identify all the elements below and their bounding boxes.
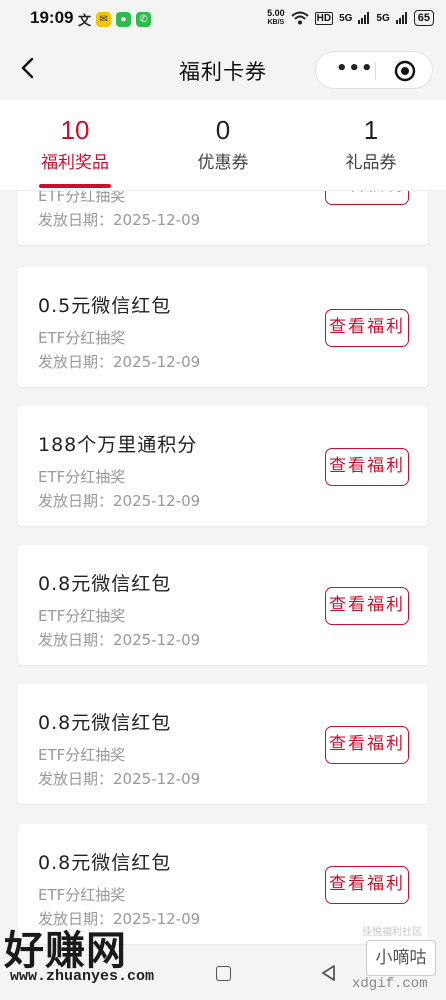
tab-bar: 10 福利奖品 0 优惠券 1 礼品券 <box>0 100 446 191</box>
tab-label: 福利奖品 <box>41 153 109 173</box>
prize-source: ETF分红抽奖 <box>38 329 126 347</box>
prize-card: 188个万里通积分 ETF分红抽奖 发放日期：2025-12-09 查看福利 <box>18 406 428 526</box>
status-time: 19:09 <box>30 8 74 27</box>
status-indicators: 5.00 KB/S HD 5G 5G 65 <box>267 9 434 27</box>
prize-title: 0.8元微信红包 <box>38 573 172 595</box>
signal-icon-1: 5G <box>339 12 353 24</box>
navigation-bar: 福利卡券 ••• <box>0 38 446 100</box>
capsule-divider <box>375 62 376 80</box>
tab-count: 10 <box>60 115 90 145</box>
net-speed-unit: KB/S <box>267 19 285 26</box>
tab-count: 0 <box>215 115 231 145</box>
app-notification-icon: ✉ <box>96 12 112 27</box>
net-speed-value: 5.00 <box>267 8 285 18</box>
view-welfare-button[interactable]: 查看福利 <box>325 309 409 347</box>
prize-title: 0.8元微信红包 <box>38 852 172 874</box>
prize-issue-date: 发放日期：2025-12-09 <box>38 492 201 510</box>
tab-label: 礼品券 <box>345 153 397 173</box>
close-miniprogram-icon[interactable] <box>394 60 416 82</box>
notification-icons: 文 ✉ ● ✆ <box>78 10 152 29</box>
prize-issue-date: 发放日期：2025-12-09 <box>38 211 201 229</box>
more-options-button[interactable]: ••• <box>336 60 374 78</box>
prize-source: ETF分红抽奖 <box>38 886 126 904</box>
view-welfare-button[interactable]: 查看福利 <box>325 726 409 764</box>
system-back-icon[interactable] <box>320 964 336 982</box>
tab-label: 优惠券 <box>197 153 249 173</box>
prize-title: 0.8元微信红包 <box>38 712 172 734</box>
watermark-url-left: www.zhuanyes.com <box>10 968 155 985</box>
signal-icon-2: 5G <box>376 12 390 24</box>
wechat-icon: ● <box>116 12 132 27</box>
prize-source: ETF分红抽奖 <box>38 746 126 764</box>
view-welfare-button[interactable]: 查看福利 <box>325 191 409 205</box>
view-welfare-button[interactable]: 查看福利 <box>325 448 409 486</box>
prize-source: ETF分红抽奖 <box>38 191 126 205</box>
prize-title: 188个万里通积分 <box>38 434 198 456</box>
tab-coupons[interactable]: 0 优惠券 <box>163 114 283 173</box>
prize-source: ETF分红抽奖 <box>38 607 126 625</box>
net-speed: 5.00 KB/S <box>267 9 285 27</box>
prize-card: 0.5元微信红包 ETF分红抽奖 发放日期：2025-12-09 查看福利 <box>18 267 428 387</box>
antutu-icon: 文 <box>78 13 92 28</box>
hd-icon: HD <box>314 11 334 25</box>
view-welfare-button[interactable]: 查看福利 <box>325 587 409 625</box>
status-bar: 19:09 文 ✉ ● ✆ 5.00 KB/S HD 5G 5G 65 <box>0 0 446 38</box>
phone-icon: ✆ <box>136 12 152 27</box>
watermark-url-right: xdgif.com <box>352 976 428 992</box>
prize-issue-date: 发放日期：2025-12-09 <box>38 770 201 788</box>
prize-issue-date: 发放日期：2025-12-09 <box>38 631 201 649</box>
prize-card: 0.8元微信红包 ETF分红抽奖 发放日期：2025-12-09 查看福利 <box>18 684 428 804</box>
signal-bars-icon-1 <box>358 12 370 24</box>
active-tab-indicator <box>39 184 111 188</box>
watermark-small-text: 佳悦福利社区 <box>362 927 422 938</box>
tab-count: 1 <box>363 115 379 145</box>
battery-icon: 65 <box>413 10 434 26</box>
recent-apps-icon[interactable] <box>216 966 231 981</box>
wifi-icon <box>290 11 309 25</box>
prize-title: 0.5元微信红包 <box>38 295 172 317</box>
prize-card: 0.8元微信红包 ETF分红抽奖 发放日期：2025-12-09 查看福利 <box>18 545 428 665</box>
view-welfare-button[interactable]: 查看福利 <box>325 866 409 904</box>
prize-card: ETF分红抽奖 发放日期：2025-12-09 查看福利 <box>18 191 428 245</box>
prize-source: ETF分红抽奖 <box>38 468 126 486</box>
tab-welfare-prizes[interactable]: 10 福利奖品 <box>15 114 135 173</box>
prize-list[interactable]: ETF分红抽奖 发放日期：2025-12-09 查看福利 0.5元微信红包 ET… <box>0 191 446 946</box>
watermark-logo-right: 小嘀咕 <box>366 940 436 976</box>
prize-issue-date: 发放日期：2025-12-09 <box>38 353 201 371</box>
miniprogram-capsule: ••• <box>315 51 433 89</box>
tab-gift-vouchers[interactable]: 1 礼品券 <box>311 114 431 173</box>
signal-bars-icon-2 <box>395 12 407 24</box>
